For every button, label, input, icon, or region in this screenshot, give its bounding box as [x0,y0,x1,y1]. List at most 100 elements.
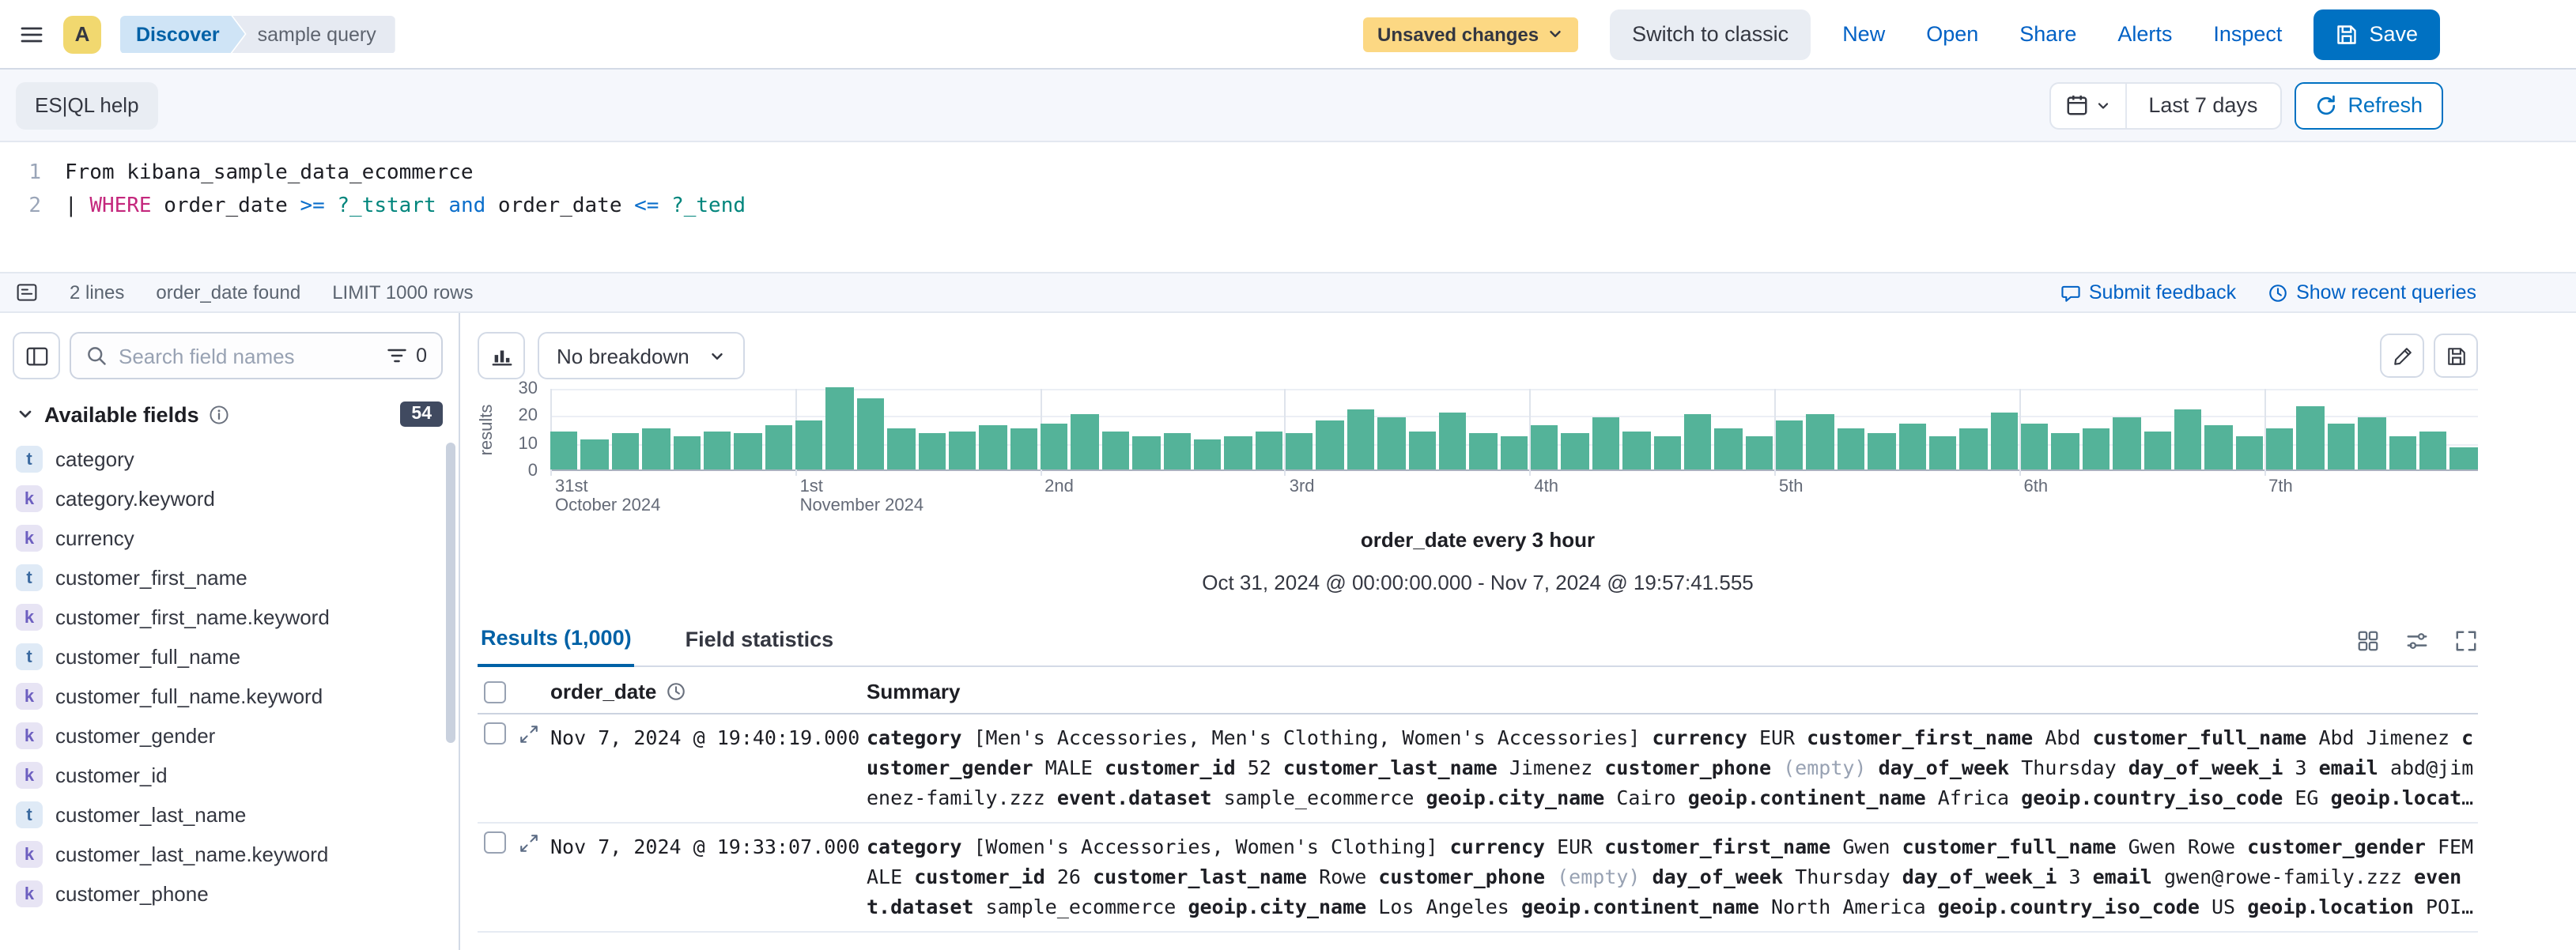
space-avatar[interactable]: A [63,15,101,53]
histogram-bar[interactable] [1776,420,1804,469]
histogram-bar[interactable] [581,439,609,469]
submit-feedback-link[interactable]: Submit feedback [2060,281,2236,303]
histogram-bar[interactable] [1868,434,1895,469]
histogram-bar[interactable] [2266,428,2294,469]
histogram-bar[interactable] [735,434,762,469]
histogram-bar[interactable] [1715,428,1743,469]
field-list-item[interactable]: kcurrency [13,518,459,558]
histogram-bar[interactable] [1592,417,1620,469]
field-list-item[interactable]: kcategory.keyword [13,479,459,518]
breadcrumb-discover[interactable]: Discover [120,15,245,53]
field-list-item[interactable]: tcustomer_full_name [13,637,459,677]
histogram-bar[interactable] [2328,423,2355,469]
histogram-bar[interactable] [1562,434,1589,469]
menu-button[interactable] [19,21,44,47]
field-list-item[interactable]: kcustomer_id [13,756,459,795]
row-checkbox[interactable] [484,722,506,745]
field-list-item[interactable]: kcustomer_full_name.keyword [13,677,459,716]
histogram-bar[interactable] [857,398,885,469]
density-options-button[interactable] [2405,629,2429,653]
header-link-share[interactable]: Share [2019,22,2076,46]
histogram-bar[interactable] [1531,426,1558,469]
save-button[interactable]: Save [2313,9,2440,59]
histogram-bar[interactable] [765,426,792,469]
column-header-order-date[interactable]: order_date [550,680,867,703]
time-range-value[interactable]: Last 7 days [2126,93,2279,117]
histogram-bar[interactable] [1622,431,1650,469]
field-list-item[interactable]: tcategory [13,439,459,479]
histogram-bar[interactable] [1316,420,1344,469]
sidebar-scrollbar[interactable] [446,443,455,743]
row-checkbox[interactable] [484,831,506,854]
histogram-bar[interactable] [2113,417,2140,469]
histogram-bar[interactable] [2450,447,2478,469]
histogram-bar[interactable] [2144,431,2171,469]
histogram-bar[interactable] [1347,409,1375,469]
histogram-bar[interactable] [826,387,854,469]
breakdown-select[interactable]: No breakdown [538,332,745,379]
refresh-button[interactable]: Refresh [2294,81,2443,129]
histogram-bar[interactable] [1132,436,1160,469]
histogram-bar[interactable] [980,426,1007,469]
histogram-bar[interactable] [1960,428,1988,469]
histogram-bar[interactable] [2358,417,2385,469]
histogram-bar[interactable] [1838,428,1865,469]
histogram-bar[interactable] [1929,436,1957,469]
histogram-bar[interactable] [1255,431,1282,469]
histogram-bar[interactable] [1225,436,1252,469]
histogram-bar[interactable] [1102,431,1130,469]
histogram-bar[interactable] [2235,436,2263,469]
histogram-bar[interactable] [1500,436,1528,469]
histogram-bar[interactable] [673,436,701,469]
histogram-bar[interactable] [1470,434,1498,469]
histogram-bar[interactable] [795,420,823,469]
editor-line[interactable]: 2| WHERE order_date >= ?_tstart and orde… [0,190,2576,223]
info-icon[interactable] [209,404,229,424]
field-search-input[interactable]: Search field names 0 [70,332,443,379]
recent-queries-link[interactable]: Show recent queries [2268,281,2476,303]
tab-field-statistics[interactable]: Field statistics [682,615,837,665]
tab-results[interactable]: Results (1,000) [478,613,635,667]
histogram-bar[interactable] [949,431,976,469]
histogram-bar[interactable] [2205,426,2233,469]
header-link-inspect[interactable]: Inspect [2213,22,2282,46]
histogram-bar[interactable] [1439,412,1467,469]
field-list-item[interactable]: kcustomer_first_name.keyword [13,598,459,637]
column-header-summary[interactable]: Summary [867,680,961,703]
histogram-bar[interactable] [1653,436,1681,469]
histogram-bar[interactable] [1071,415,1099,469]
histogram-bar[interactable] [1194,439,1222,469]
switch-to-classic-button[interactable]: Switch to classic [1610,9,1811,59]
histogram-bar[interactable] [1010,428,1037,469]
histogram-bar[interactable] [1286,434,1313,469]
quick-select-button[interactable] [2050,83,2126,127]
chart-options-button[interactable] [478,332,525,379]
histogram-bar[interactable] [1745,436,1773,469]
field-list-item[interactable]: kcustomer_phone [13,874,459,914]
collapse-sidebar-button[interactable] [13,332,60,379]
field-list-item[interactable]: kcustomer_gender [13,716,459,756]
field-filters-button[interactable]: 0 [386,345,427,367]
histogram-bar[interactable] [1898,423,1926,469]
expand-document-button[interactable] [519,832,539,853]
histogram-bar[interactable] [2021,423,2049,469]
histogram-bar[interactable] [1807,415,1834,469]
save-visualization-button[interactable] [2434,334,2478,378]
histogram-bar[interactable] [1684,415,1712,469]
histogram-bar[interactable] [918,434,946,469]
histogram-bar[interactable] [642,428,670,469]
histogram-bar[interactable] [1377,417,1405,469]
histogram-bar[interactable] [2052,434,2079,469]
histogram-bar[interactable] [2419,431,2447,469]
esql-help-button[interactable]: ES|QL help [16,81,158,129]
histogram-bar[interactable] [1163,434,1191,469]
histogram-bar[interactable] [1408,431,1436,469]
field-list-item[interactable]: tcustomer_first_name [13,558,459,598]
header-link-new[interactable]: New [1842,22,1885,46]
chevron-down-icon[interactable] [16,405,35,424]
histogram-bar[interactable] [704,431,731,469]
histogram-bar[interactable] [2297,406,2325,469]
histogram-bar[interactable] [887,428,915,469]
histogram-bar[interactable] [2083,428,2110,469]
histogram-bar[interactable] [1990,412,2018,469]
